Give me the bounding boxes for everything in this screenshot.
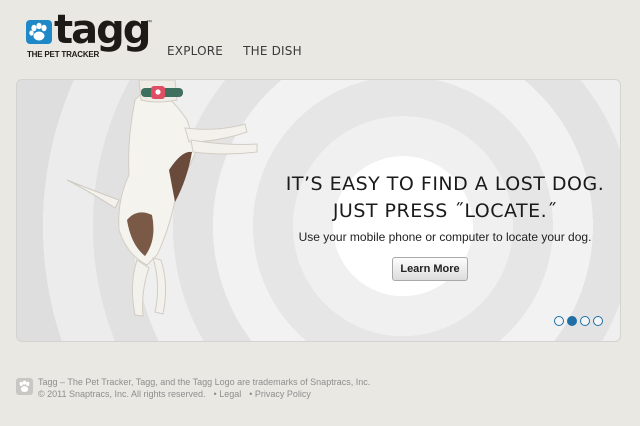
- footer-paw-icon: [16, 378, 33, 395]
- nav-the-dish[interactable]: THE DISH: [243, 44, 302, 58]
- main-nav: EXPLORE THE DISH: [167, 44, 302, 58]
- nav-explore[interactable]: EXPLORE: [167, 44, 223, 58]
- slide-indicator: [554, 316, 603, 326]
- hero-banner: IT’S EASY TO FIND A LOST DOG. JUST PRESS…: [16, 79, 621, 342]
- hero-subtext: Use your mobile phone or computer to loc…: [298, 230, 592, 244]
- trademark-symbol: ™: [146, 20, 152, 26]
- slide-dot-2[interactable]: [567, 316, 577, 326]
- footer-trademark-notice: Tagg – The Pet Tracker, Tagg, and the Ta…: [38, 377, 371, 387]
- learn-more-button[interactable]: Learn More: [392, 257, 468, 281]
- logo-wordmark: tagg: [54, 7, 151, 53]
- footer-legal-link[interactable]: • Legal: [214, 389, 242, 399]
- logo-tagline: THE PET TRACKER: [27, 50, 100, 59]
- footer-privacy-link[interactable]: • Privacy Policy: [249, 389, 311, 399]
- paw-icon: [26, 20, 52, 44]
- hero-headline-line-2: JUST PRESS ˝LOCATE.˝: [332, 200, 558, 222]
- slide-dot-4[interactable]: [593, 316, 603, 326]
- tagg-logo[interactable]: tagg ™ THE PET TRACKER: [26, 7, 156, 62]
- hero-headline-line-1: IT’S EASY TO FIND A LOST DOG.: [285, 173, 605, 195]
- slide-dot-3[interactable]: [580, 316, 590, 326]
- hero-headline: IT’S EASY TO FIND A LOST DOG. JUST PRESS…: [245, 171, 620, 225]
- slide-dot-1[interactable]: [554, 316, 564, 326]
- footer-copyright: © 2011 Snaptracs, Inc. All rights reserv…: [38, 389, 206, 399]
